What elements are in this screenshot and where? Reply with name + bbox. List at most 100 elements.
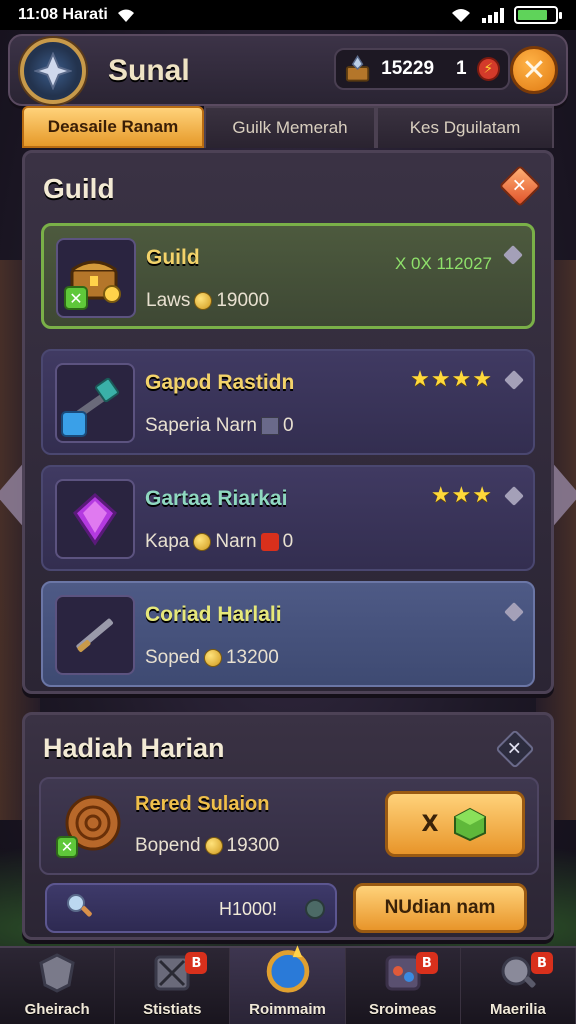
header-bar: Sunal 15229 1 ⚡ ✕ bbox=[8, 34, 568, 106]
currency-count: 1 bbox=[456, 58, 467, 79]
claim-label: X bbox=[421, 811, 439, 837]
nav-item-roimmaim[interactable]: Roimmaim bbox=[230, 945, 346, 1024]
daily-action-button[interactable]: NUdian nam bbox=[353, 883, 527, 933]
item-sub-value: 13200 bbox=[225, 647, 279, 668]
item-sub-value: 0 bbox=[282, 415, 294, 436]
item-sub-value: Narn bbox=[215, 531, 257, 552]
wifi-icon bbox=[117, 9, 134, 22]
star-rating: ★★★ bbox=[430, 483, 493, 508]
reward-text: X 0X 112027 bbox=[394, 254, 492, 273]
signal-icon bbox=[482, 7, 504, 23]
item-sub-label: Saperia Narn bbox=[145, 415, 257, 436]
daily-reward-card: ✕ Rered Sulaion Bopend 19300 X bbox=[39, 777, 539, 875]
crystal-chest-icon bbox=[345, 55, 370, 82]
coin-icon bbox=[203, 649, 222, 667]
daily-panel-close-button[interactable]: ✕ bbox=[495, 729, 535, 769]
currency-amount: 15229 bbox=[381, 58, 435, 79]
nav-label: Roimmaim bbox=[249, 1001, 326, 1018]
nav-item-sroimeas[interactable]: Sroimeas B bbox=[346, 948, 461, 1024]
guild-list-item[interactable]: Gapod Rastidn Saperia Narn 0 ★★★★ bbox=[41, 349, 535, 455]
search-value: H1000! bbox=[219, 899, 278, 919]
status-right bbox=[450, 6, 562, 24]
magic-orb-icon bbox=[266, 945, 309, 993]
item-sub: Kapa Narn 0 bbox=[145, 531, 293, 553]
green-crate-icon bbox=[454, 807, 487, 842]
daily-panel-title: Hadiah Harian bbox=[43, 733, 225, 763]
tab-kes-dguilatam[interactable]: Kes Dguilatam bbox=[376, 106, 554, 148]
battery-icon bbox=[514, 6, 562, 24]
guild-emblem-icon[interactable] bbox=[20, 38, 86, 104]
coin-icon bbox=[204, 837, 223, 855]
daily-reward-panel: Hadiah Harian ✕ ✕ Rered Sulaion Bopend 1… bbox=[22, 712, 554, 940]
nav-label: Gheirach bbox=[24, 1001, 90, 1018]
coin-icon bbox=[194, 292, 213, 310]
sword-icon bbox=[55, 595, 135, 675]
guild-list-item[interactable]: Coriad Harlali Soped 13200 bbox=[41, 581, 535, 687]
guild-panel-title: Guild bbox=[43, 173, 115, 204]
currency-display: 15229 1 ⚡ bbox=[334, 48, 510, 90]
item-name: Gapod Rastidn bbox=[145, 371, 295, 394]
guild-list-item[interactable]: Gartaa Riarkai Kapa Narn 0 ★★★ bbox=[41, 465, 535, 571]
item-name: Coriad Harlali bbox=[145, 603, 282, 626]
guild-list-item[interactable]: ✕ Guild Laws 19000 X 0X 112027 bbox=[41, 223, 535, 329]
tab-deasaile-ranam[interactable]: Deasaile Ranam bbox=[22, 106, 204, 148]
daily-reward-name: Rered Sulaion bbox=[135, 793, 270, 815]
daily-reward-sub-label: Bopend bbox=[135, 835, 201, 856]
expand-diamond-icon[interactable] bbox=[504, 370, 524, 390]
wifi-icon bbox=[452, 9, 470, 22]
daily-reward-sub-value: 19300 bbox=[226, 835, 280, 856]
star-rating: ★★★★ bbox=[410, 367, 493, 392]
guild-panel-close-button[interactable]: ✕ bbox=[498, 164, 542, 208]
nav-item-maerilia[interactable]: Maerilia B bbox=[461, 948, 576, 1024]
nav-item-stistiats[interactable]: Stistiats B bbox=[115, 948, 231, 1024]
item-sub-label: Kapa bbox=[145, 531, 190, 552]
claim-reward-button[interactable]: X bbox=[385, 791, 525, 857]
notification-badge: B bbox=[531, 952, 554, 974]
page-title: Sunal bbox=[108, 54, 190, 87]
close-icon: ✕ bbox=[507, 738, 523, 760]
bottom-navigation: Gheirach Stistiats B Roimmaim Sroimeas B… bbox=[0, 945, 576, 1024]
search-go-icon[interactable] bbox=[305, 899, 325, 919]
svg-text:✕: ✕ bbox=[61, 838, 74, 856]
status-time-text: 11:08 Harati bbox=[18, 6, 108, 23]
item-sub: Saperia Narn 0 bbox=[145, 415, 294, 437]
close-button[interactable]: ✕ bbox=[510, 46, 558, 94]
item-sub: Laws 19000 bbox=[146, 290, 269, 312]
nav-label: Maerilia bbox=[489, 1001, 546, 1018]
status-bar: 11:08 Harati bbox=[0, 0, 576, 30]
item-name: Gartaa Riarkai bbox=[145, 487, 288, 510]
coin-icon bbox=[193, 533, 212, 551]
item-sub-value-2: 0 bbox=[282, 531, 294, 552]
frame-icon bbox=[260, 417, 279, 435]
tab-bar: Deasaile Ranam Guilk Memerah Kes Dguilat… bbox=[22, 106, 554, 148]
nav-label: Stistiats bbox=[143, 1001, 202, 1018]
expand-diamond-icon[interactable] bbox=[504, 602, 524, 622]
hammer-icon bbox=[55, 363, 135, 443]
guild-panel: Guild ✕ ✕ Guild Laws 19000 X 0X 112027 G… bbox=[22, 150, 554, 694]
status-time: 11:08 Harati bbox=[18, 6, 136, 24]
item-sub-value: 19000 bbox=[216, 290, 270, 311]
expand-diamond-icon[interactable] bbox=[504, 486, 524, 506]
tab-guilk-memerah[interactable]: Guilk Memerah bbox=[204, 106, 376, 148]
red-badge-icon bbox=[260, 533, 279, 551]
expand-diamond-icon[interactable] bbox=[503, 245, 523, 265]
nav-label: Sroimeas bbox=[368, 1001, 437, 1018]
item-sub-label: Soped bbox=[145, 647, 200, 668]
item-sub: Soped 13200 bbox=[145, 647, 279, 669]
notification-badge: B bbox=[185, 952, 208, 974]
item-name: Guild bbox=[146, 246, 200, 269]
frame-badge-icon bbox=[61, 411, 87, 437]
search-input[interactable]: H1000! bbox=[45, 883, 337, 933]
search-icon bbox=[67, 894, 92, 917]
treasure-chest-icon: ✕ bbox=[56, 238, 136, 318]
item-sub-label: Laws bbox=[146, 290, 191, 311]
purple-gem-icon bbox=[55, 479, 135, 559]
notification-badge: B bbox=[415, 952, 438, 974]
wood-log-icon: ✕ bbox=[56, 795, 121, 858]
daily-reward-sub: Bopend 19300 bbox=[135, 835, 279, 857]
shield-icon bbox=[39, 953, 75, 993]
nav-item-gheirach[interactable]: Gheirach bbox=[0, 948, 116, 1024]
add-currency-icon[interactable]: ⚡ bbox=[476, 57, 500, 81]
check-badge-icon: ✕ bbox=[64, 286, 88, 310]
close-icon: ✕ bbox=[512, 175, 528, 197]
